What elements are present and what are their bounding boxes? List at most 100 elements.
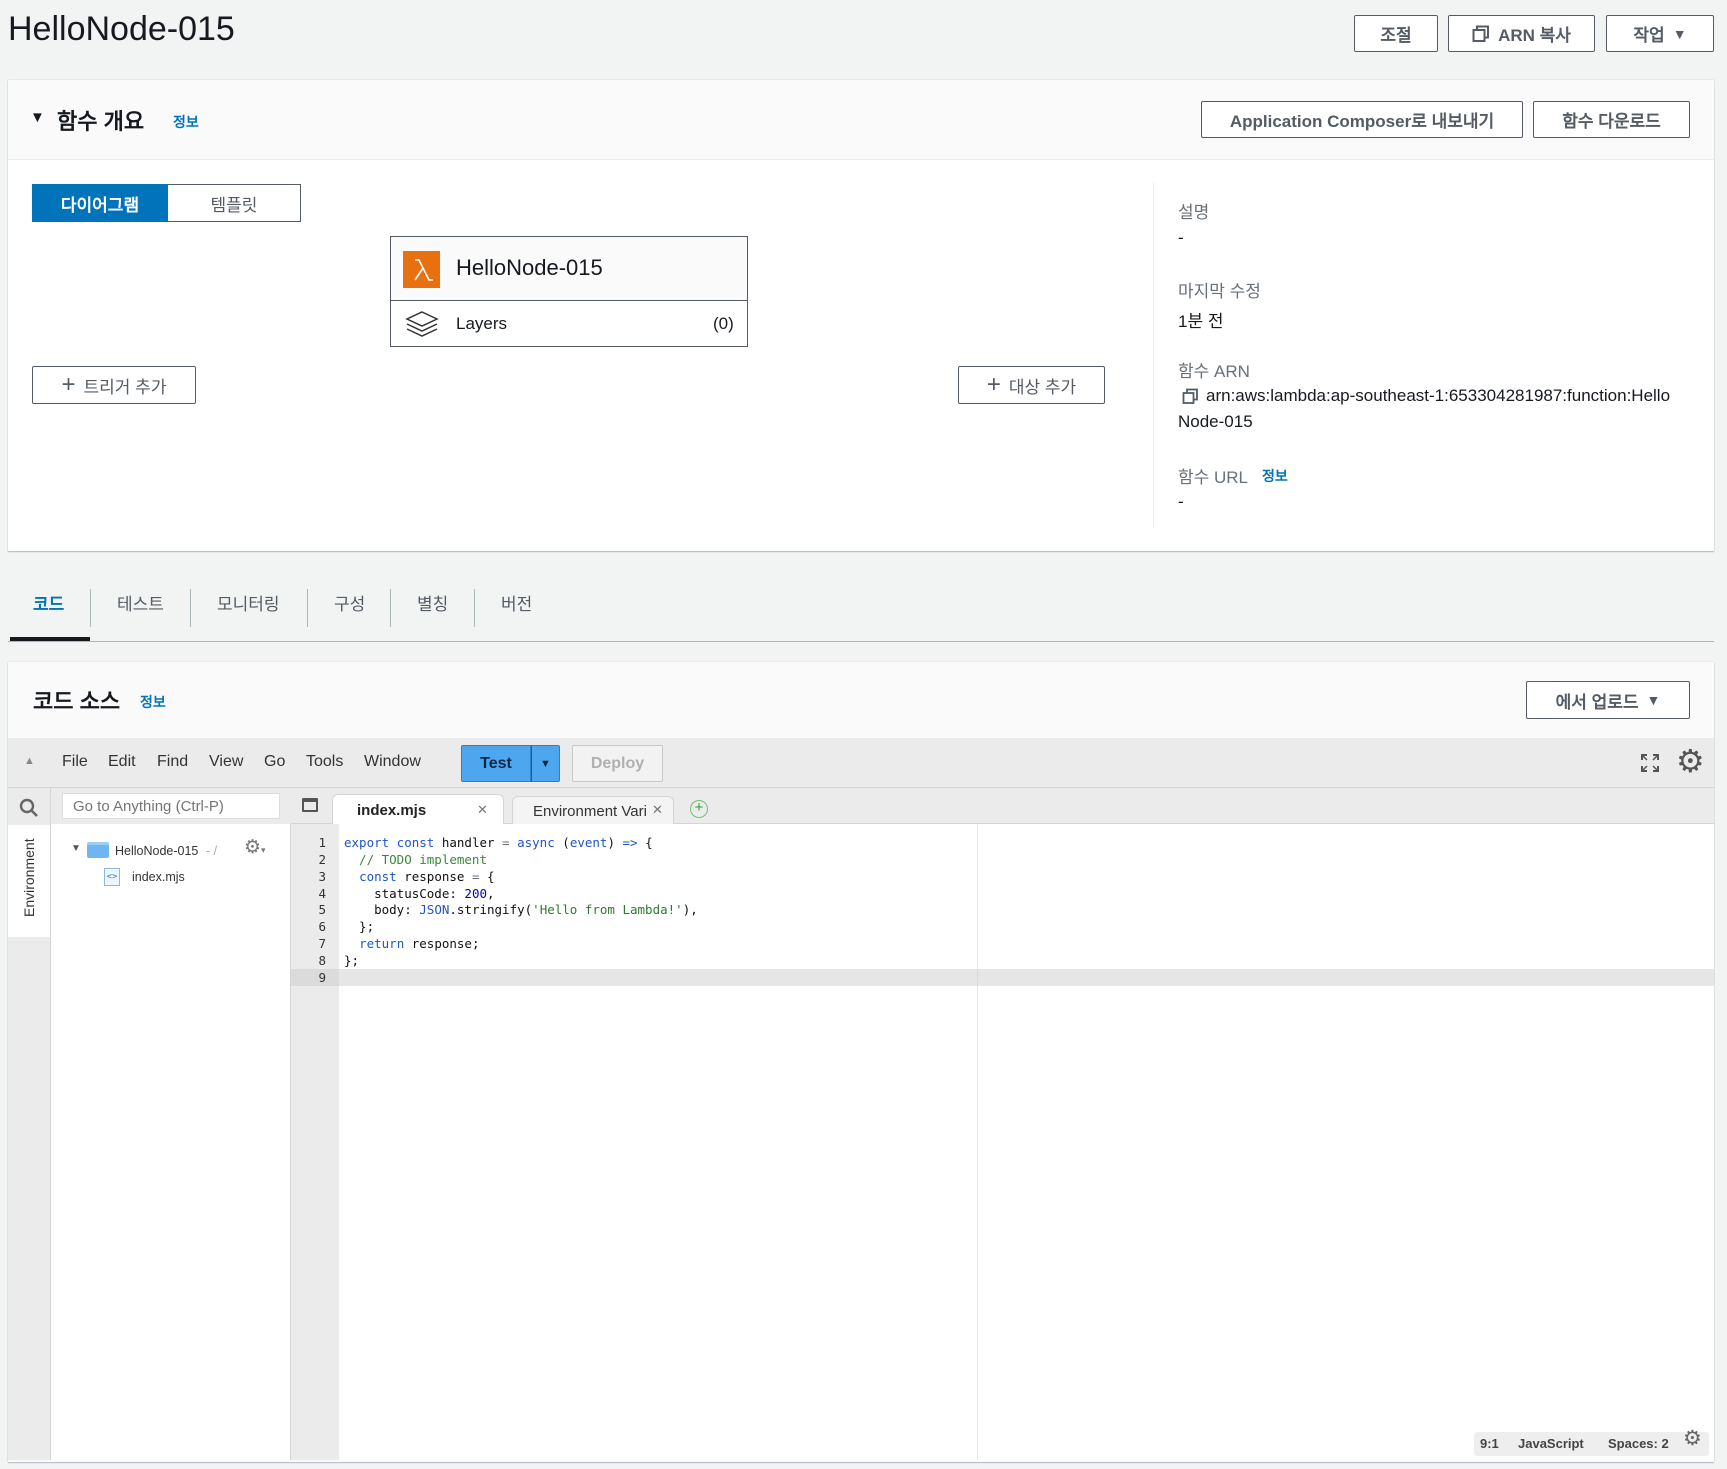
tab-list-icon[interactable] — [302, 798, 318, 812]
line-number: 5 — [318, 902, 326, 917]
close-icon[interactable]: ✕ — [477, 802, 488, 818]
code-line: // TODO implement — [344, 852, 487, 867]
tab-code[interactable]: 코드 — [33, 590, 64, 615]
function-url-label: 함수 URL — [1178, 468, 1249, 487]
diagram-toggle[interactable]: 다이어그램 — [32, 184, 168, 222]
fullscreen-icon[interactable] — [1640, 753, 1660, 773]
details-divider — [1153, 183, 1154, 528]
layers-label: Layers — [456, 314, 508, 333]
collapse-up-icon[interactable]: ▲ — [24, 755, 35, 767]
overview-heading: 함수 개요 — [57, 109, 145, 134]
function-arn-value-line2: Node-015 — [1178, 412, 1253, 431]
editor-tab-index-label: index.mjs — [357, 802, 427, 819]
menu-go[interactable]: Go — [264, 753, 285, 771]
line-number: 6 — [318, 919, 326, 934]
tab-code-underline — [10, 637, 90, 641]
copy-icon — [1472, 25, 1490, 42]
search-icon[interactable] — [19, 798, 39, 818]
active-line-highlight — [291, 969, 1714, 986]
tab-aliases[interactable]: 별칭 — [417, 590, 448, 615]
go-to-anything-input[interactable] — [62, 793, 280, 819]
collapse-caret-icon[interactable]: ▼ — [30, 109, 45, 126]
language-mode[interactable]: JavaScript — [1518, 1436, 1584, 1451]
lambda-icon — [403, 251, 440, 288]
diagram-label: 다이어그램 — [60, 195, 140, 215]
line-number: 9 — [318, 970, 326, 985]
add-destination-button[interactable]: + 대상 추가 — [958, 366, 1105, 404]
function-url-value: - — [1178, 492, 1184, 511]
tab-separator — [474, 589, 475, 627]
add-tab-icon[interactable]: + — [690, 800, 708, 818]
line-number: 3 — [318, 869, 326, 884]
add-trigger-label: 트리거 추가 — [83, 377, 167, 397]
download-function-button[interactable]: 함수 다운로드 — [1533, 101, 1690, 138]
tab-test[interactable]: 테스트 — [117, 590, 164, 615]
tab-versions[interactable]: 버전 — [501, 590, 532, 615]
code-line: export const handler = async (event) => … — [344, 835, 653, 850]
code-line: }; — [344, 953, 360, 968]
line-number: 8 — [318, 953, 326, 968]
test-button[interactable]: Test — [461, 745, 531, 782]
layers-icon — [405, 311, 439, 337]
line-number: 7 — [318, 936, 326, 951]
export-composer-button[interactable]: Application Composer로 내보내기 — [1201, 101, 1523, 138]
editor-tab-env[interactable]: Environment Vari — [512, 796, 674, 825]
template-toggle[interactable]: 템플릿 — [167, 184, 301, 222]
tab-monitoring[interactable]: 모니터링 — [217, 590, 280, 615]
line-number: 2 — [318, 852, 326, 867]
tree-root-suffix: - / — [206, 844, 218, 858]
copy-arn-button[interactable]: ARN 복사 — [1448, 15, 1595, 52]
code-source-info-link[interactable]: 정보 — [140, 692, 166, 712]
code-editor[interactable] — [291, 824, 1714, 1460]
page-title: HelloNode-015 — [8, 10, 235, 48]
tree-root-label[interactable]: HelloNode-015 — [115, 844, 198, 858]
copy-icon[interactable] — [1182, 388, 1199, 405]
menu-edit[interactable]: Edit — [108, 753, 136, 771]
template-label: 템플릿 — [210, 195, 258, 215]
plus-icon: + — [986, 371, 1001, 398]
settings-gear-icon[interactable]: ⚙ — [1676, 745, 1705, 777]
function-url-info-link[interactable]: 정보 — [1262, 466, 1288, 486]
editor-tab-env-label: Environment Vari — [533, 803, 647, 820]
menu-find[interactable]: Find — [157, 753, 188, 771]
tree-gear-icon[interactable]: ⚙▾ — [244, 838, 266, 857]
deploy-label: Deploy — [590, 754, 645, 772]
throttle-label: 조절 — [1380, 26, 1412, 45]
test-label: Test — [480, 754, 512, 772]
plus-icon: + — [61, 371, 76, 398]
file-icon: <> — [104, 868, 120, 886]
overview-info-link[interactable]: 정보 — [173, 112, 199, 132]
cursor-position[interactable]: 9:1 — [1480, 1436, 1499, 1451]
code-line: return response; — [359, 936, 480, 951]
last-modified-label: 마지막 수정 — [1178, 282, 1261, 301]
tab-configuration[interactable]: 구성 — [334, 590, 365, 615]
test-dropdown-button[interactable]: ▼ — [531, 745, 560, 782]
tabs-bottom-border — [8, 641, 1714, 642]
function-overview-panel — [8, 80, 1714, 551]
description-value: - — [1178, 228, 1184, 247]
throttle-button[interactable]: 조절 — [1354, 15, 1438, 52]
download-label: 함수 다운로드 — [1562, 112, 1661, 131]
tree-file-index[interactable]: index.mjs — [132, 870, 185, 884]
code-line: const response = { — [359, 869, 495, 884]
menu-window[interactable]: Window — [364, 753, 421, 771]
folder-expand-caret-icon[interactable]: ▼ — [71, 843, 81, 854]
close-icon[interactable]: ✕ — [652, 802, 663, 818]
deploy-button[interactable]: Deploy — [572, 745, 663, 782]
code-line: }; — [344, 919, 375, 934]
function-card[interactable]: HelloNode-015 Layers (0) — [390, 236, 748, 347]
status-gear-icon[interactable]: ⚙ — [1683, 1428, 1702, 1449]
caret-down-icon: ▼ — [1672, 25, 1687, 42]
export-composer-label: Application Composer로 내보내기 — [1229, 112, 1495, 131]
menu-file[interactable]: File — [62, 753, 88, 771]
menu-view[interactable]: View — [209, 753, 243, 771]
add-trigger-button[interactable]: + 트리거 추가 — [32, 366, 196, 404]
indent-spaces[interactable]: Spaces: 2 — [1608, 1436, 1669, 1451]
actions-dropdown-button[interactable]: 작업 ▼ — [1606, 15, 1714, 52]
upload-from-label: 에서 업로드 — [1555, 692, 1639, 712]
editor-tabbar — [291, 788, 1714, 824]
environment-side-label: Environment — [21, 838, 37, 917]
code-line: statusCode: 200, — [344, 886, 495, 901]
menu-tools[interactable]: Tools — [306, 753, 343, 771]
upload-from-dropdown[interactable]: 에서 업로드 ▼ — [1526, 681, 1690, 719]
